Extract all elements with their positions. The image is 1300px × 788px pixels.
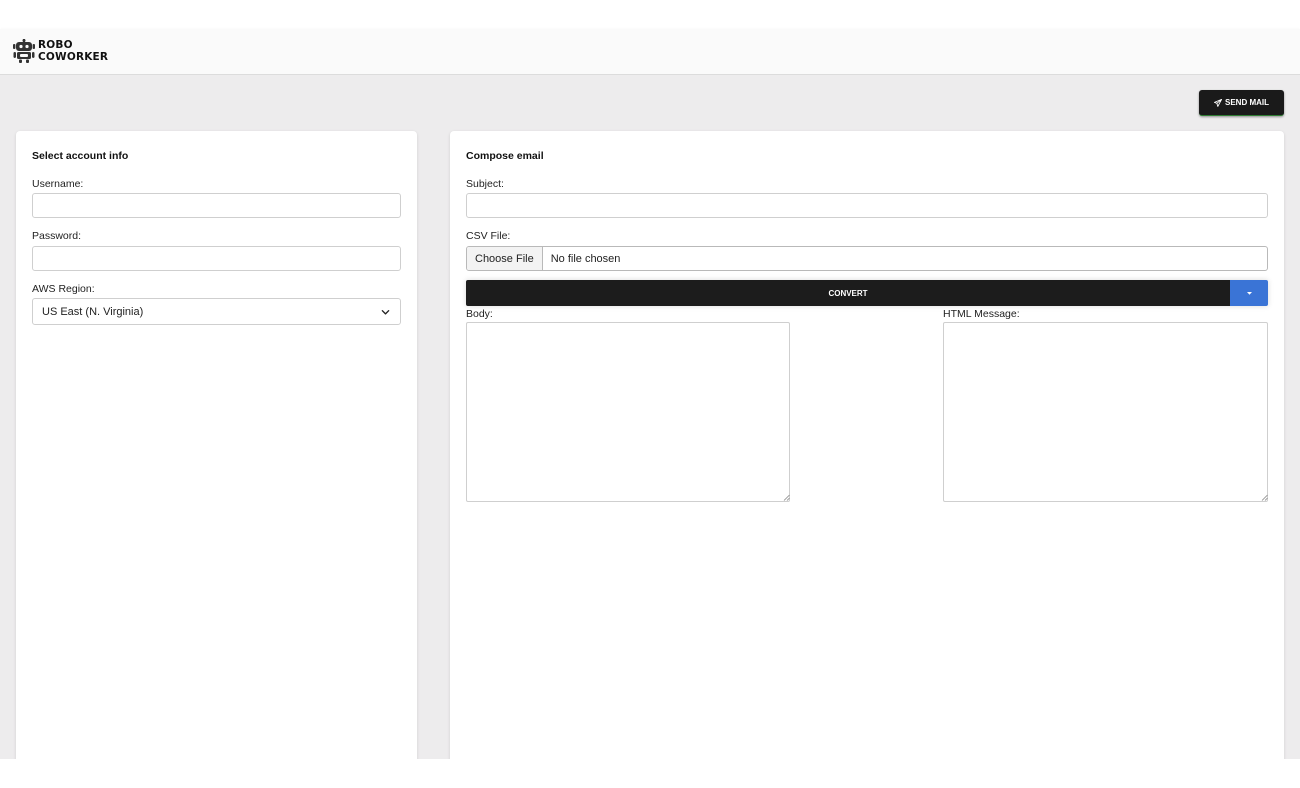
subject-input[interactable] — [466, 193, 1268, 218]
main-area: SEND MAIL Select account info Username: … — [0, 75, 1300, 759]
csv-file-label: CSV File: — [466, 230, 511, 242]
password-label: Password: — [32, 230, 82, 242]
send-mail-button[interactable]: SEND MAIL — [1199, 90, 1284, 116]
convert-button-group: CONVERT — [466, 280, 1268, 306]
compose-email-card: Compose email Subject: CSV File: Choose … — [450, 131, 1284, 759]
convert-button[interactable]: CONVERT — [466, 280, 1230, 306]
choose-file-button[interactable]: Choose File — [467, 247, 543, 270]
html-message-textarea[interactable] — [943, 322, 1268, 502]
subject-label: Subject: — [466, 178, 504, 190]
csv-file-input[interactable]: Choose File No file chosen — [466, 246, 1268, 271]
resize-grip-icon[interactable] — [1261, 494, 1268, 501]
paper-plane-icon — [1214, 98, 1222, 107]
region-selected-value: US East (N. Virginia) — [42, 305, 144, 318]
compose-card-title: Compose email — [466, 150, 544, 162]
username-label: Username: — [32, 178, 84, 190]
caret-down-icon — [1246, 291, 1252, 295]
convert-dropdown-button[interactable] — [1230, 280, 1268, 306]
logo-line-2: COWORKER — [38, 51, 109, 63]
resize-grip-icon[interactable] — [783, 494, 790, 501]
chevron-down-icon — [381, 310, 390, 315]
logo-text: ROBO COWORKER — [38, 39, 108, 63]
logo-line-1: ROBO — [38, 39, 73, 51]
send-mail-label: SEND MAIL — [1225, 98, 1269, 107]
password-input[interactable] — [32, 246, 401, 271]
username-input[interactable] — [32, 193, 401, 218]
file-status-text: No file chosen — [550, 252, 621, 265]
robot-icon — [13, 39, 35, 63]
navbar: ROBO COWORKER — [0, 29, 1300, 75]
account-card-title: Select account info — [32, 150, 129, 162]
account-info-card: Select account info Username: Password: … — [16, 131, 417, 759]
top-strip — [0, 0, 1300, 29]
region-select[interactable]: US East (N. Virginia) — [32, 298, 401, 325]
body-textarea[interactable] — [466, 322, 790, 502]
html-message-label: HTML Message: — [943, 308, 1020, 320]
region-label: AWS Region: — [32, 283, 95, 295]
logo[interactable]: ROBO COWORKER — [13, 39, 108, 63]
body-label: Body: — [466, 308, 493, 320]
